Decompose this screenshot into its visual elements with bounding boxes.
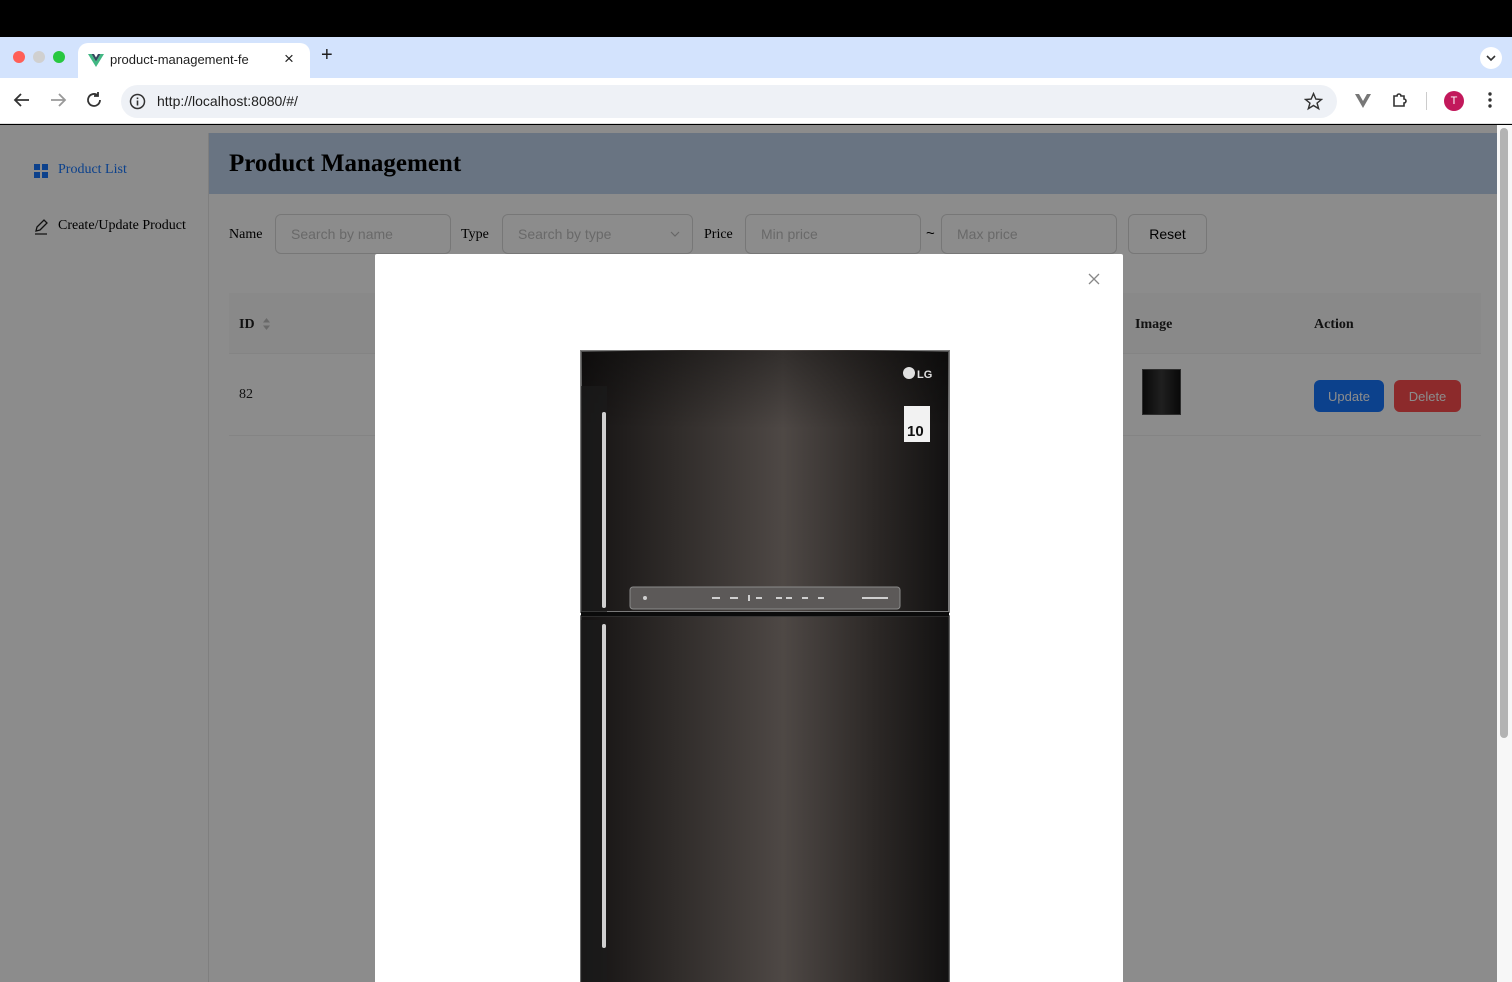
maximize-window-button[interactable] [53, 51, 65, 63]
fridge-door [580, 615, 950, 982]
close-window-button[interactable] [13, 51, 25, 63]
minimize-window-button[interactable] [33, 51, 45, 63]
lg-logo-text: LG [917, 369, 932, 381]
reload-icon[interactable] [83, 89, 105, 111]
tab-search-button[interactable] [1480, 47, 1502, 69]
url-text[interactable]: http://localhost:8080/#/ [157, 93, 298, 109]
more-menu-icon[interactable] [1480, 90, 1500, 110]
door-shading [581, 351, 949, 611]
browser-toolbar: http://localhost:8080/#/ T [0, 78, 1512, 124]
forward-arrow-icon[interactable] [47, 89, 69, 111]
browser-tab[interactable]: product-management-fe × [78, 43, 310, 78]
control-panel [629, 586, 901, 610]
back-arrow-icon[interactable] [11, 89, 33, 111]
screen-top-bar [0, 0, 1512, 37]
new-tab-button[interactable]: + [321, 44, 333, 67]
door-gap [581, 612, 949, 616]
profile-avatar[interactable]: T [1444, 91, 1464, 111]
image-preview-modal: LG 10 [375, 254, 1123, 982]
vue-logo-icon [88, 54, 104, 67]
fridge-handle-bar [602, 624, 606, 948]
bookmark-star-icon[interactable] [1304, 92, 1323, 111]
lg-logo-mark [903, 367, 915, 379]
page-scrollbar[interactable] [1497, 125, 1512, 982]
warranty-badge-number: 10 [907, 423, 924, 440]
browser-tab-strip: product-management-fe × + [0, 37, 1512, 78]
freezer-handle-bar [602, 412, 606, 608]
tab-title: product-management-fe [110, 52, 249, 67]
product-image: LG 10 [580, 350, 950, 982]
close-icon[interactable] [1087, 272, 1101, 286]
extensions-puzzle-icon[interactable] [1390, 90, 1410, 110]
page-viewport: Product List Create/Update Product Produ… [0, 125, 1512, 982]
vue-devtools-icon[interactable] [1354, 92, 1372, 110]
site-info-icon[interactable] [129, 93, 146, 110]
scrollbar-thumb[interactable] [1500, 128, 1508, 738]
address-bar[interactable]: http://localhost:8080/#/ [121, 85, 1337, 118]
chevron-down-icon [1486, 55, 1496, 62]
toolbar-divider [1426, 92, 1427, 110]
tab-close-icon[interactable]: × [284, 49, 294, 69]
